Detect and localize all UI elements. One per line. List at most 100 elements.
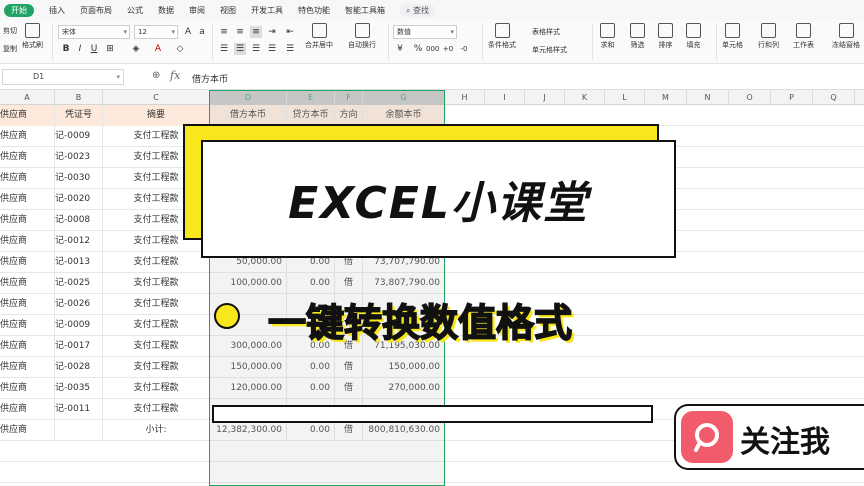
font-color-icon[interactable]: A xyxy=(152,43,164,55)
column-header[interactable]: H xyxy=(445,90,485,105)
font-name-select[interactable]: 宋体 xyxy=(58,25,130,39)
freeze-panes-button[interactable]: 冻结窗格 xyxy=(832,23,860,50)
table-cell[interactable]: 记-0028 xyxy=(55,357,103,378)
table-cell[interactable]: 支付工程款 xyxy=(103,273,210,294)
merge-center-button[interactable]: 合并居中 xyxy=(305,23,333,50)
table-cell[interactable]: 0.00 xyxy=(287,273,335,294)
table-cell[interactable]: 支付工程款 xyxy=(103,252,210,273)
name-box[interactable]: D1 xyxy=(2,69,124,85)
fx-button[interactable]: fx xyxy=(170,69,180,82)
column-header[interactable]: I xyxy=(485,90,525,105)
table-cell[interactable]: 供应商 xyxy=(0,336,55,357)
filter-button[interactable]: 筛选 xyxy=(630,23,645,50)
tab-formulas[interactable]: 公式 xyxy=(127,5,143,16)
table-cell[interactable]: 供应商 xyxy=(0,231,55,252)
table-cell[interactable]: 供应商 xyxy=(0,378,55,399)
table-cell[interactable]: 供应商 xyxy=(0,357,55,378)
table-cell[interactable]: 记-0025 xyxy=(55,273,103,294)
zoom-icon[interactable]: ⊕ xyxy=(152,70,160,81)
table-cell[interactable]: 支付工程款 xyxy=(103,315,210,336)
conditional-format-button[interactable]: 条件格式 xyxy=(488,23,516,50)
table-cell[interactable]: 100,000.00 xyxy=(210,273,287,294)
increase-decimal-icon[interactable]: +0 xyxy=(442,43,454,55)
table-cell[interactable]: 供应商 xyxy=(0,210,55,231)
format-painter-button[interactable]: 格式刷 xyxy=(22,23,43,50)
header-cell[interactable]: 摘要 xyxy=(103,105,210,126)
column-header[interactable]: M xyxy=(645,90,687,105)
table-cell[interactable]: 记-0012 xyxy=(55,231,103,252)
tab-developer[interactable]: 开发工具 xyxy=(251,5,283,16)
table-cell[interactable]: 记-0035 xyxy=(55,378,103,399)
currency-icon[interactable]: ¥ xyxy=(394,43,406,55)
follow-badge[interactable]: 关注我 xyxy=(674,404,864,470)
table-cell[interactable]: 供应商 xyxy=(0,273,55,294)
italic-button[interactable]: I xyxy=(74,43,86,55)
sort-button[interactable]: 排序 xyxy=(658,23,673,50)
font-grow-icon[interactable]: A xyxy=(182,26,194,38)
table-cell[interactable]: 供应商 xyxy=(0,294,55,315)
column-header[interactable]: O xyxy=(729,90,771,105)
table-cell[interactable]: 记-0009 xyxy=(55,126,103,147)
search-tab[interactable]: ⌕ 查找 xyxy=(400,3,436,17)
header-cell[interactable]: 贷方本币 xyxy=(287,105,335,126)
table-cell[interactable]: 支付工程款 xyxy=(103,378,210,399)
table-style-button[interactable]: 表格样式 xyxy=(532,27,560,37)
font-shrink-icon[interactable]: a xyxy=(196,26,208,38)
outdent-icon[interactable]: ⇤ xyxy=(284,26,296,38)
column-header[interactable]: D xyxy=(210,90,287,105)
table-cell[interactable]: 270,000.00 xyxy=(363,378,445,399)
table-cell[interactable]: 借 xyxy=(335,273,363,294)
font-size-select[interactable]: 12 xyxy=(134,25,178,39)
table-cell[interactable]: 150,000.00 xyxy=(363,357,445,378)
table-cell[interactable]: 供应商 xyxy=(0,189,55,210)
header-cell[interactable]: 余额本币 xyxy=(363,105,445,126)
cut-button[interactable]: 剪切 xyxy=(3,26,17,36)
tab-data[interactable]: 数据 xyxy=(158,5,174,16)
table-cell[interactable]: 支付工程款 xyxy=(103,399,210,420)
percent-icon[interactable]: % xyxy=(412,43,424,55)
wrap-text-button[interactable]: 自动换行 xyxy=(348,23,376,50)
table-cell[interactable]: 供应商 xyxy=(0,168,55,189)
tab-review[interactable]: 审阅 xyxy=(189,5,205,16)
table-cell[interactable]: 支付工程款 xyxy=(103,294,210,315)
column-header[interactable]: Q xyxy=(813,90,855,105)
thousands-icon[interactable]: 000 xyxy=(426,43,439,55)
table-cell[interactable]: 12,382,300.00 xyxy=(210,420,287,441)
table-cell[interactable]: 记-0026 xyxy=(55,294,103,315)
table-cell[interactable]: 记-0020 xyxy=(55,189,103,210)
header-cell[interactable]: 供应商 xyxy=(0,105,55,126)
table-cell[interactable]: 借 xyxy=(335,378,363,399)
number-format-select[interactable]: 数值 xyxy=(393,25,457,39)
header-cell[interactable]: 方向 xyxy=(335,105,363,126)
table-cell[interactable]: 0.00 xyxy=(287,378,335,399)
cell-button[interactable]: 单元格 xyxy=(722,23,743,50)
table-cell[interactable]: 支付工程款 xyxy=(103,357,210,378)
table-cell[interactable]: 供应商 xyxy=(0,315,55,336)
table-cell[interactable]: 小计: xyxy=(103,420,210,441)
copy-button[interactable]: 复制 xyxy=(3,44,17,54)
border-icon[interactable]: ⊞ xyxy=(104,43,116,55)
table-cell[interactable]: 记-0008 xyxy=(55,210,103,231)
column-header[interactable]: N xyxy=(687,90,729,105)
table-cell[interactable]: 借 xyxy=(335,357,363,378)
header-cell[interactable]: 凭证号 xyxy=(55,105,103,126)
column-header[interactable]: E xyxy=(287,90,335,105)
tab-features[interactable]: 特色功能 xyxy=(298,5,330,16)
bold-button[interactable]: B xyxy=(60,43,72,55)
row-column-button[interactable]: 行和列 xyxy=(758,23,779,50)
sum-button[interactable]: 求和 xyxy=(600,23,615,50)
tab-home[interactable]: 开始 xyxy=(4,3,34,17)
align-bottom-icon[interactable]: ≡ xyxy=(250,26,262,38)
table-cell[interactable]: 记-0011 xyxy=(55,399,103,420)
table-cell[interactable]: 供应商 xyxy=(0,126,55,147)
tab-view[interactable]: 视图 xyxy=(220,5,236,16)
table-cell[interactable]: 支付工程款 xyxy=(103,336,210,357)
worksheet-button[interactable]: 工作表 xyxy=(793,23,814,50)
align-right-icon[interactable]: ☰ xyxy=(250,43,262,55)
table-cell[interactable]: 120,000.00 xyxy=(210,378,287,399)
column-header[interactable]: J xyxy=(525,90,565,105)
align-top-icon[interactable]: ≡ xyxy=(218,26,230,38)
table-cell[interactable]: 记-0017 xyxy=(55,336,103,357)
column-header[interactable]: G xyxy=(363,90,445,105)
column-header[interactable]: K xyxy=(565,90,605,105)
